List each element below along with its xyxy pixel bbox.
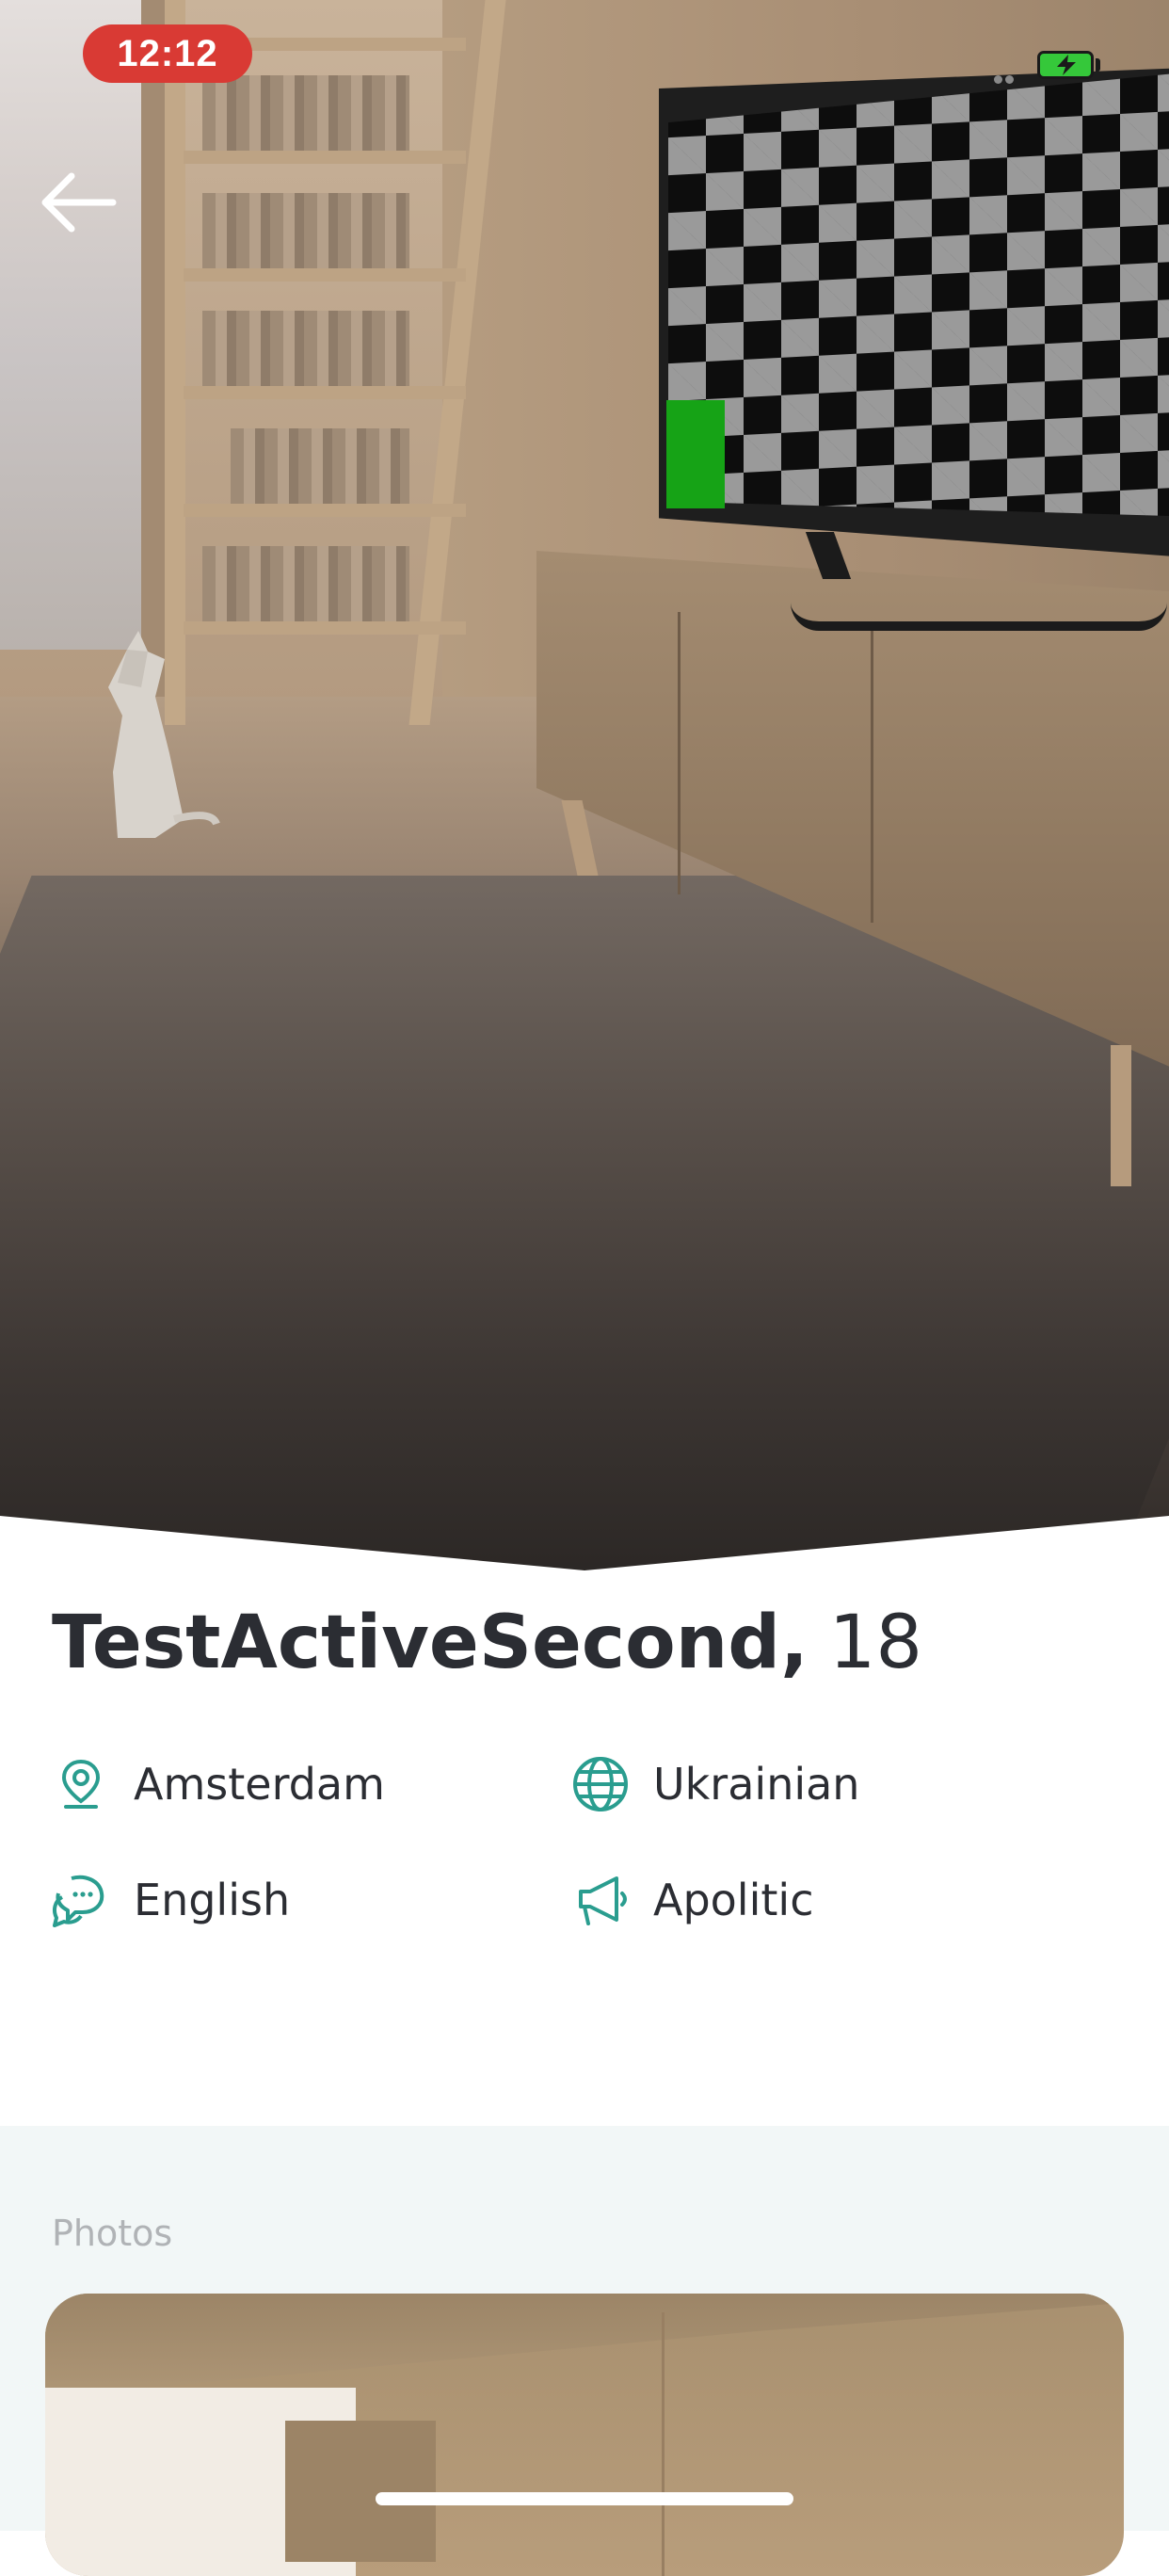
hero-tv-green-block [666,400,725,508]
attribute-language-value: English [134,1875,291,1925]
profile-age: 18 [828,1601,922,1685]
hero-cat-figure [108,631,220,838]
attribute-politics-value: Apolitic [653,1875,814,1925]
photo-thumbnail[interactable] [45,2294,1124,2576]
attribute-language: English [49,1862,290,1938]
globe-icon [568,1752,633,1816]
arrow-left-icon [41,172,117,233]
profile-name-age: TestActiveSecond, 18 [52,1591,922,1695]
battery-icon [1037,51,1094,79]
attribute-city-value: Amsterdam [134,1759,385,1810]
battery-cap [1096,58,1100,72]
status-time: 12:12 [83,24,252,83]
chat-bubbles-icon [49,1868,113,1932]
attribute-city: Amsterdam [49,1747,385,1822]
location-pin-icon [49,1752,113,1816]
hero-window [0,0,160,650]
hero-tv-checkerboard [668,73,1169,561]
profile-name: TestActiveSecond, [52,1601,809,1685]
hero-tv-stand [791,555,1167,631]
megaphone-icon [568,1868,633,1932]
signal-icon [994,70,1017,84]
attribute-nationality-value: Ukrainian [653,1759,860,1810]
attribute-nationality: Ukrainian [568,1747,859,1822]
back-button[interactable] [34,160,124,245]
photos-label: Photos [52,2213,173,2254]
profile-hero-photo [0,0,1169,1572]
hero-ladder-shelf [165,0,506,725]
home-indicator[interactable] [376,2492,793,2505]
attribute-politics: Apolitic [568,1862,813,1938]
